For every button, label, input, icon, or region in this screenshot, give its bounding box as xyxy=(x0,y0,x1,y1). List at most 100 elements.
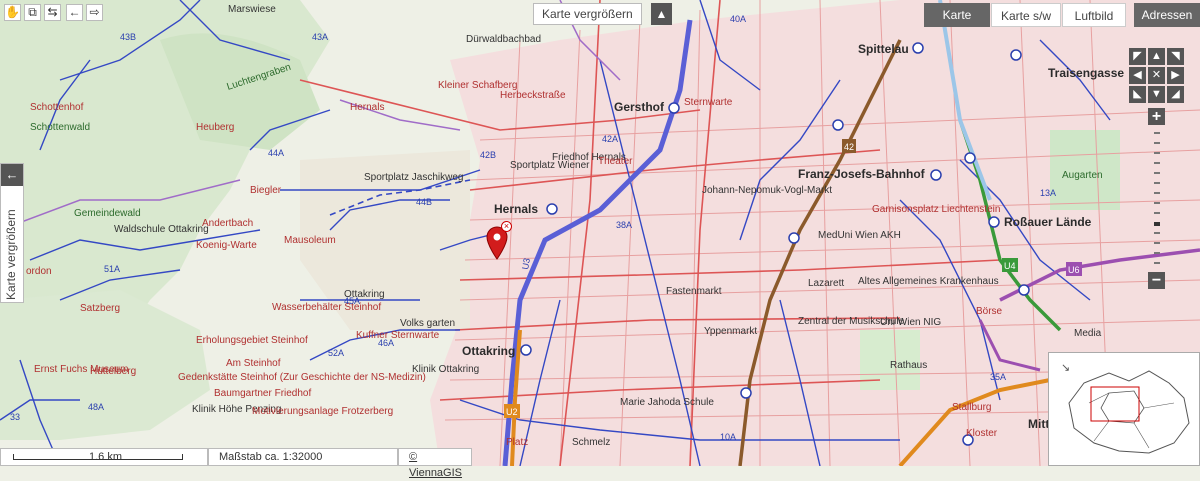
pan-north-icon[interactable]: ▲ xyxy=(1148,48,1165,65)
side-enlarge-label: Karte vergrößern xyxy=(4,209,18,300)
tab-luftbild[interactable]: Luftbild xyxy=(1062,3,1126,27)
pan-northeast-icon[interactable]: ◥ xyxy=(1167,48,1184,65)
label-franz-josefs: Franz-Josefs-Bahnhof xyxy=(798,167,926,181)
line-label: 42B xyxy=(480,150,496,160)
tab-adressen[interactable]: Adressen xyxy=(1134,3,1200,27)
label-heuberg: Heuberg xyxy=(196,122,234,133)
zoom-box-icon[interactable]: ⧉ xyxy=(24,4,41,21)
label-sportplatz-jaschikweg: Sportplatz Jaschikweg xyxy=(364,172,464,183)
label-andertbach: Andertbach xyxy=(202,218,253,229)
label-schottenhof: Schottenhof xyxy=(30,102,84,113)
u4-badge-label: U4 xyxy=(1004,261,1016,271)
arrow-up-icon[interactable]: ▲ xyxy=(651,3,672,25)
label-hernals: Hernals xyxy=(494,202,538,216)
copyright-link[interactable]: © ViennaGIS xyxy=(398,448,472,479)
label-medunion: MedUni Wien AKH xyxy=(818,230,901,241)
pan-south-icon[interactable]: ▼ xyxy=(1148,86,1165,103)
resize-arrow-icon[interactable]: ↘ xyxy=(1061,361,1070,374)
u6-badge-label: 42 xyxy=(844,142,854,152)
line-label: 43A xyxy=(312,32,328,42)
line-label: 44B xyxy=(416,197,432,207)
label-hernals-small: Hernals xyxy=(350,102,384,113)
label-mariahilf: Marie Jahoda Schule xyxy=(620,397,714,408)
label-satzberg: Satzberg xyxy=(80,303,120,314)
line-label: 38A xyxy=(616,220,632,230)
label-schottenwald: Schottenwald xyxy=(30,122,90,133)
line-label: 13A xyxy=(1040,188,1056,198)
label-am-steinhof: Am Steinhof xyxy=(226,358,281,369)
label-biegler: Biegler xyxy=(250,185,282,196)
tab-karte-sw[interactable]: Karte s/w xyxy=(991,3,1061,27)
label-gedenkstaette: Gedenkstätte Steinhof (Zur Geschichte de… xyxy=(178,372,426,383)
u2-badge-label: U6 xyxy=(1068,265,1080,275)
label-garnisonsplatz: Garnisonsplatz Liechtenstein xyxy=(872,204,1000,215)
tab-karte[interactable]: Karte xyxy=(924,3,990,27)
pan-northwest-icon[interactable]: ◤ xyxy=(1129,48,1146,65)
forward-arrow-icon[interactable]: ⇨ xyxy=(86,4,103,21)
label-mausoleum: Mausoleum xyxy=(284,235,336,246)
label-gemeindewald: Gemeindewald xyxy=(74,208,141,219)
line-label: 45A xyxy=(344,296,360,306)
label-koenig-warte: Koenig-Warte xyxy=(196,240,257,251)
measure-icon[interactable]: ⇆ xyxy=(44,4,61,21)
label-motivierungsanlage: Motivierungsanlage Frotzerberg xyxy=(252,406,393,417)
label-baumgartner: Baumgartner Friedhof xyxy=(214,388,311,399)
label-media: Media xyxy=(1074,328,1102,339)
label-altes-akh: Altes Allgemeines Krankenhaus xyxy=(858,276,999,287)
overview-viewport[interactable] xyxy=(1090,386,1140,422)
arrow-left-icon[interactable]: ← xyxy=(1,164,23,186)
label-herbeckstr: Herbeckstraße xyxy=(500,90,566,101)
label-platz: Platz xyxy=(506,437,528,448)
line-label: 48A xyxy=(88,402,104,412)
label-volksgarten: Volks garten xyxy=(400,318,455,329)
line-label: 43B xyxy=(120,32,136,42)
label-johann-nepomuk: Johann-Nepomuk-Vogl-Markt xyxy=(702,185,832,196)
label-kuffner: Kuffner Sternwarte xyxy=(356,330,440,341)
pan-southeast-icon[interactable]: ◢ xyxy=(1167,86,1184,103)
pan-west-icon[interactable]: ◀ xyxy=(1129,67,1146,84)
map-canvas[interactable]: Gersthof Hernals Ottakring Spittelau Fra… xyxy=(0,0,1200,466)
label-rathaus: Rathaus xyxy=(890,360,927,371)
label-duernwaldbad: Dürwaldbachbad xyxy=(466,34,541,45)
overview-map[interactable]: ↘ xyxy=(1048,352,1200,466)
label-ernst-fuchs: Ernst Fuchs Museum xyxy=(34,364,128,375)
label-ordon: ordon xyxy=(26,266,52,277)
label-stallburg: Stallburg xyxy=(952,402,991,413)
label-yppenmarkt: Yppenmarkt xyxy=(704,326,757,337)
side-enlarge-panel[interactable]: ← Karte vergrößern xyxy=(0,163,24,303)
label-schmelz: Schmelz xyxy=(572,437,610,448)
label-erholungsgebiet: Erholungsgebiet Steinhof xyxy=(196,335,308,346)
line-label: 40A xyxy=(730,14,746,24)
line-label: 46A xyxy=(378,338,394,348)
label-lazarett: Lazarett xyxy=(808,278,844,289)
label-uni-wien: Uni Wien NIG xyxy=(880,317,941,328)
center-map-icon[interactable]: ✕ xyxy=(1148,67,1165,84)
line-label: 35A xyxy=(990,372,1006,382)
line-label: 44A xyxy=(268,148,284,158)
zoom-in-button[interactable]: + xyxy=(1148,108,1165,125)
label-wasserbehaelter: Wasserbehälter Steinhof xyxy=(272,302,381,313)
enlarge-map-button[interactable]: Karte vergrößern xyxy=(533,3,642,25)
s45-label: U3 xyxy=(520,257,532,270)
label-fastenmarkt: Fastenmarkt xyxy=(666,286,722,297)
label-traisengasse: Traisengasse xyxy=(1048,66,1124,80)
pan-southwest-icon[interactable]: ◣ xyxy=(1129,86,1146,103)
line-label: 42A xyxy=(602,134,618,144)
back-arrow-icon[interactable]: ← xyxy=(66,4,83,21)
label-boerse: Börse xyxy=(976,306,1003,317)
zoom-slider[interactable] xyxy=(1154,132,1160,268)
scale-bar: 1.6 km xyxy=(0,448,208,466)
label-augarten: Augarten xyxy=(1062,170,1103,181)
pin-close-icon[interactable]: × xyxy=(501,221,512,232)
pan-east-icon[interactable]: ▶ xyxy=(1167,67,1184,84)
hand-tool-icon[interactable]: ✋ xyxy=(4,4,21,21)
zoom-handle[interactable] xyxy=(1154,222,1160,226)
label-sternwarte: Sternwarte xyxy=(684,97,733,108)
u3-badge-label: U2 xyxy=(506,407,518,417)
zoom-out-button[interactable]: − xyxy=(1148,272,1165,289)
label-ottakring: Ottakring xyxy=(462,344,515,358)
overview-outline xyxy=(1068,370,1190,454)
label-rossauer: Roßauer Lände xyxy=(1004,215,1092,229)
label-gersthof: Gersthof xyxy=(614,100,665,114)
label-klinik-ottakring: Klinik Ottakring xyxy=(412,364,479,375)
